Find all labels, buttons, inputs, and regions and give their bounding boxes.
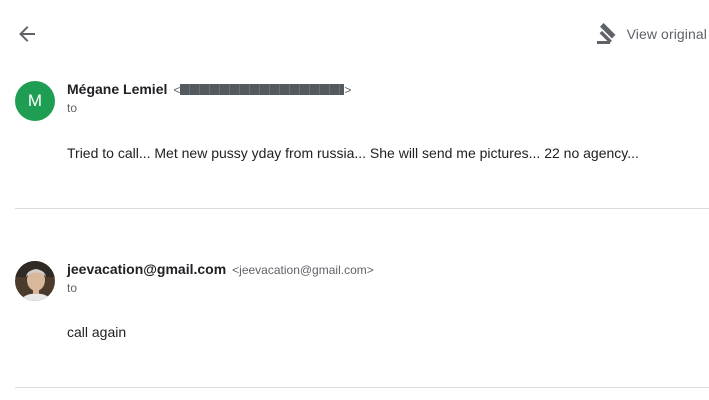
message-body: Tried to call... Met new pussy yday from… — [67, 145, 639, 161]
avatar[interactable] — [15, 261, 55, 301]
avatar[interactable]: M — [15, 81, 55, 121]
divider — [15, 387, 709, 388]
sender-name[interactable]: jeevacation@gmail.com — [67, 261, 226, 277]
sender-line: Mégane Lemiel < > — [67, 81, 351, 97]
recipient-label[interactable]: to — [67, 281, 77, 295]
divider — [15, 208, 709, 209]
view-original-label: View original — [626, 26, 707, 42]
user-photo-avatar — [15, 261, 55, 301]
message-body: call again — [67, 324, 127, 340]
arrow-back-icon — [19, 26, 35, 42]
avatar-letter: M — [27, 91, 43, 110]
gavel-icon — [596, 23, 616, 44]
recipient-label[interactable]: to — [67, 101, 77, 115]
sender-name[interactable]: Mégane Lemiel — [67, 81, 167, 97]
toolbar: View original — [0, 0, 709, 68]
back-button[interactable] — [12, 20, 42, 48]
redaction-block — [180, 84, 345, 95]
sender-email-redacted: < > — [173, 83, 352, 97]
sender-email: <jeevacation@gmail.com> — [232, 263, 374, 277]
sender-line: jeevacation@gmail.com <jeevacation@gmail… — [67, 261, 374, 277]
view-original-button[interactable]: View original — [595, 20, 707, 48]
